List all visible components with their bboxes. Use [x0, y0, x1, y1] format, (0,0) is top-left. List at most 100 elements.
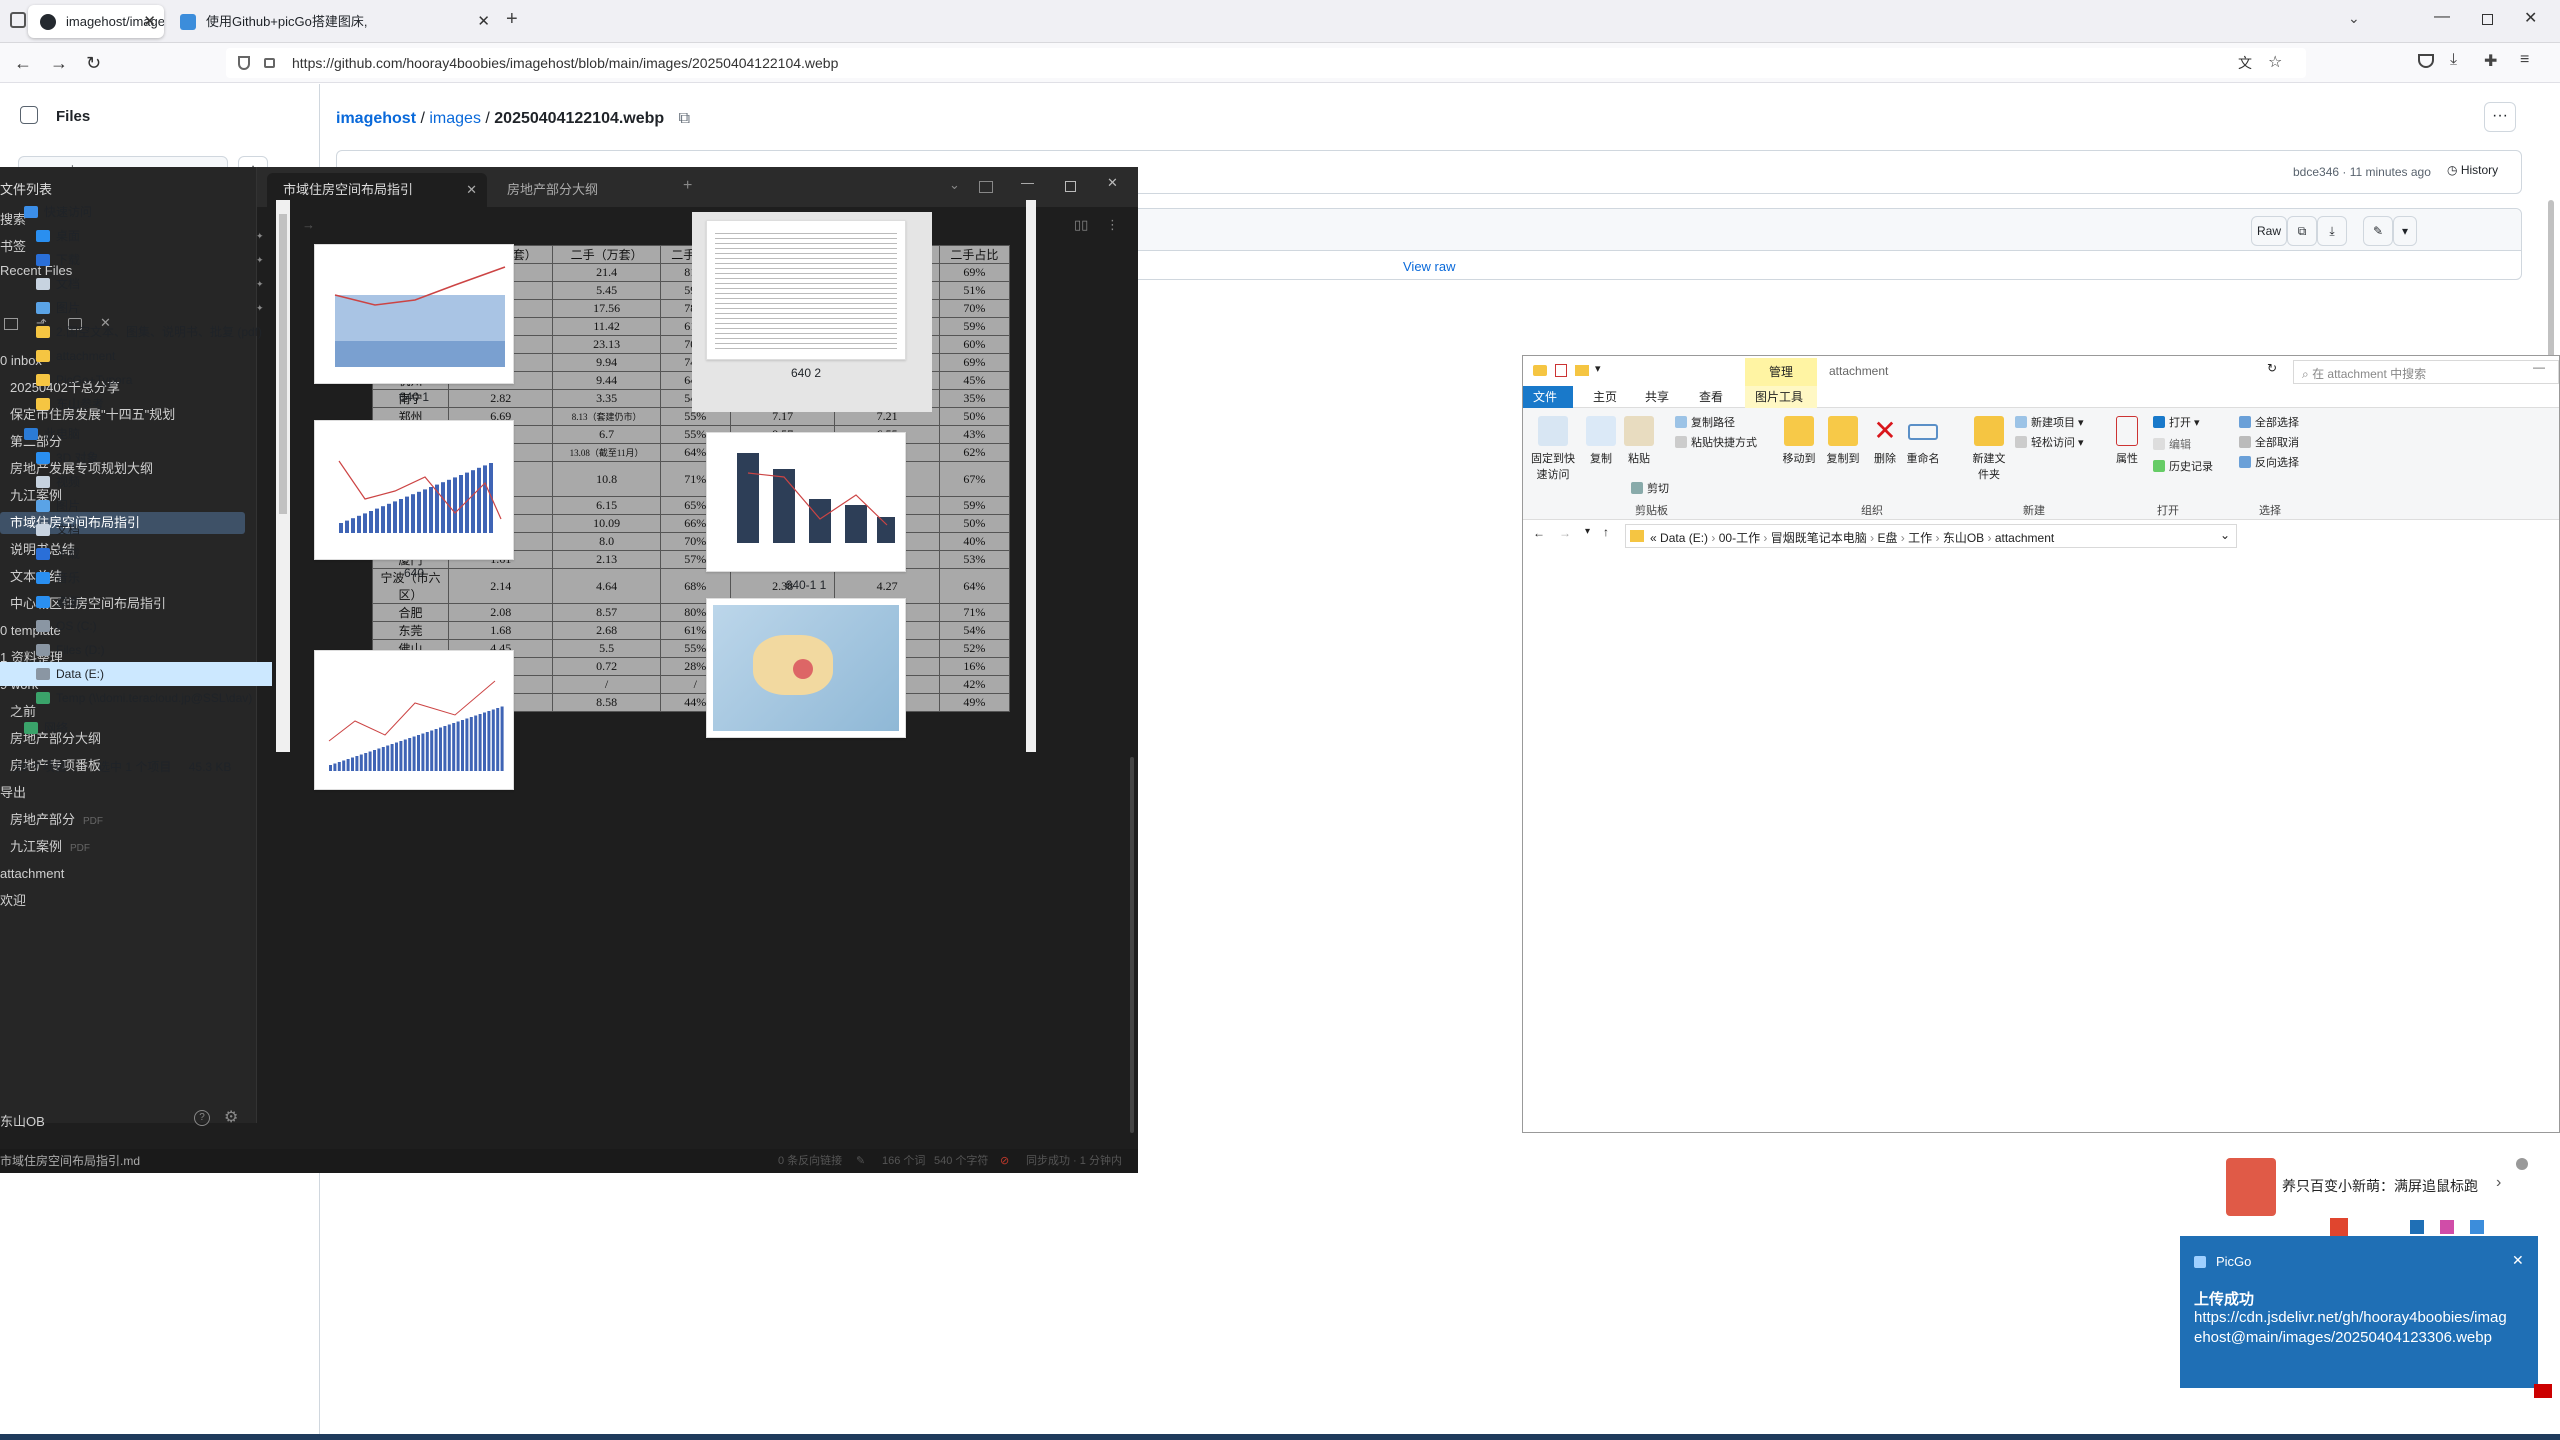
select-none-button[interactable]: 全部取消: [2239, 434, 2299, 450]
new-item-button[interactable]: 新建项目 ▾: [2015, 414, 2084, 430]
history-button[interactable]: 历史记录: [2153, 458, 2213, 474]
tray-app-icon[interactable]: [2440, 1220, 2454, 1234]
address-separator-icon[interactable]: ›: [1867, 531, 1878, 545]
tree-scroll-thumb[interactable]: [279, 214, 287, 514]
new-folder-qa-icon[interactable]: [1575, 365, 1589, 376]
file-tree-item[interactable]: 欢迎: [0, 890, 245, 912]
new-tab-button[interactable]: +: [506, 8, 518, 31]
close-tab-icon[interactable]: ✕: [466, 173, 477, 207]
address-segment[interactable]: 工作: [1908, 531, 1932, 545]
menu-icon[interactable]: ≡: [2520, 51, 2529, 69]
file-thumbnail[interactable]: [706, 220, 906, 360]
raw-button[interactable]: Raw: [2251, 216, 2287, 246]
minimize-window-icon[interactable]: —: [2434, 8, 2450, 26]
url-bar[interactable]: https://github.com/hooray4boobies/imageh…: [226, 48, 2306, 78]
address-segment[interactable]: attachment: [1995, 531, 2054, 545]
pocket-icon[interactable]: [2418, 54, 2434, 68]
edit-mode-icon[interactable]: ✎: [856, 1149, 865, 1173]
view-raw-link[interactable]: View raw: [1403, 259, 1456, 274]
pin-icon[interactable]: ✦: [256, 248, 264, 272]
more-options-icon[interactable]: ⋮: [1106, 217, 1119, 233]
tray-app-icon[interactable]: [2470, 1220, 2484, 1234]
news-next-icon[interactable]: ›: [2496, 1174, 2501, 1192]
tab-share[interactable]: 共享: [1635, 386, 1679, 408]
qa-dropdown-icon[interactable]: ▾: [1595, 362, 1601, 375]
page-scrollbar[interactable]: [2548, 200, 2554, 360]
copy-path-button[interactable]: 复制路径: [1675, 414, 1735, 430]
extensions-icon[interactable]: ✚: [2484, 51, 2497, 71]
translate-icon[interactable]: 文: [2238, 48, 2252, 78]
new-folder-button[interactable]: 新建文件夹: [1969, 416, 2009, 482]
nav-tree-item[interactable]: 下载 ✦: [0, 248, 272, 272]
edit-dropdown-icon[interactable]: ▾: [2393, 216, 2417, 246]
delete-button[interactable]: ✕ 删除: [1869, 416, 1901, 466]
refresh-icon[interactable]: ↻: [2267, 361, 2277, 375]
tray-alert-icon[interactable]: [2534, 1384, 2552, 1398]
paste-button[interactable]: 粘贴: [1623, 416, 1655, 466]
pin-quick-access-button[interactable]: 固定到快速访问: [1529, 416, 1577, 482]
cut-button[interactable]: 剪切: [1631, 480, 1669, 496]
browser-tab-github[interactable]: imagehost/images/20250404 ✕: [28, 5, 164, 38]
bookmark-star-icon[interactable]: ☆: [2268, 48, 2282, 78]
nav-tree-item[interactable]: 视频: [0, 470, 272, 494]
nav-tree-item[interactable]: 桌面: [0, 590, 272, 614]
close-tab-icon[interactable]: ✕: [143, 5, 156, 38]
tab-view[interactable]: 查看: [1689, 386, 1733, 408]
pin-icon[interactable]: ✦: [256, 272, 264, 296]
tab-home[interactable]: 主页: [1583, 386, 1627, 408]
file-view-scrollbar[interactable]: [1026, 200, 1036, 752]
back-arrow-icon[interactable]: ←: [14, 51, 32, 75]
file-tree-item[interactable]: 房地产部分 PDF: [0, 809, 245, 831]
address-separator-icon[interactable]: ›: [1984, 531, 1995, 545]
paste-shortcut-button[interactable]: 粘贴快捷方式: [1675, 434, 1757, 450]
nav-tree-item[interactable]: Data (E:): [0, 662, 272, 686]
close-icon[interactable]: ✕: [1107, 175, 1118, 191]
address-separator-icon[interactable]: ›: [1708, 531, 1719, 545]
list-all-tabs-icon[interactable]: ⌄: [2348, 10, 2360, 27]
easy-access-button[interactable]: 轻松访问 ▾: [2015, 434, 2084, 450]
downloads-icon[interactable]: ⤓: [2450, 51, 2457, 69]
copy-to-button[interactable]: 复制到: [1823, 416, 1863, 466]
select-all-button[interactable]: 全部选择: [2239, 414, 2299, 430]
download-icon[interactable]: ⤓: [2317, 216, 2347, 246]
news-close-icon[interactable]: [2516, 1158, 2528, 1170]
history-button[interactable]: ◷ History: [2447, 163, 2498, 177]
nav-tree-item[interactable]: 文档 ✦: [0, 272, 272, 296]
nav-tree-item[interactable]: 下载: [0, 542, 272, 566]
maximize-icon[interactable]: [1065, 181, 1076, 192]
recent-dropdown-icon[interactable]: ▾: [1585, 526, 1590, 537]
nav-tree-item[interactable]: 网络: [0, 716, 272, 740]
nav-tree-item[interactable]: 音乐: [0, 566, 272, 590]
help-icon[interactable]: ?: [194, 1110, 210, 1126]
browser-tab-blog[interactable]: 使用Github+picGo搭建图床, ✕: [168, 5, 498, 38]
nav-tree-item[interactable]: 文档: [0, 518, 272, 542]
tab-picture-tools[interactable]: 图片工具: [1745, 386, 1817, 408]
file-thumbnail[interactable]: [706, 598, 906, 738]
nav-tree-item[interactable]: Temp (\\domi.teracloud.jp@SSL\dav): [0, 686, 272, 710]
rename-button[interactable]: 重命名: [1903, 416, 1943, 466]
address-bar[interactable]: « Data (E:) › 00-工作 › 冒烟既笔记本电脑 › E盘 › 工作…: [1625, 524, 2237, 548]
tab-realestate-outline[interactable]: 房地产部分大纲: [491, 173, 691, 207]
sidebar-collapse-icon[interactable]: [20, 106, 38, 124]
properties-button[interactable]: 属性: [2109, 416, 2145, 466]
sync-status[interactable]: 同步成功 · 1 分钟内: [1026, 1149, 1122, 1173]
forward-arrow-icon[interactable]: →: [50, 51, 68, 75]
address-segment[interactable]: 东山OB: [1943, 531, 1984, 545]
tab-list-dropdown-icon[interactable]: ⌄: [949, 177, 960, 193]
more-options-button[interactable]: ···: [2484, 102, 2516, 132]
nav-tree-item[interactable]: OS (C:): [0, 614, 272, 638]
sidebar-toggle-icon[interactable]: [979, 181, 993, 193]
new-tab-icon[interactable]: +: [683, 177, 692, 195]
move-to-button[interactable]: 移动到: [1779, 416, 1819, 466]
pin-icon[interactable]: ✦: [256, 296, 264, 320]
address-segment[interactable]: 冒烟既笔记本电脑: [1771, 531, 1867, 545]
up-icon[interactable]: ↑: [1603, 525, 1609, 539]
vault-name[interactable]: 东山OB: [0, 1111, 45, 1130]
news-widget[interactable]: 养只百变小新萌：满屏追鼠标跑 ›: [2226, 1158, 2528, 1218]
tree-scrollbar[interactable]: [276, 200, 290, 752]
notification-close-icon[interactable]: ✕: [2512, 1252, 2524, 1269]
address-separator-icon[interactable]: ›: [1897, 531, 1908, 545]
copy-path-icon[interactable]: ⧉: [679, 110, 690, 127]
breadcrumb-repo-link[interactable]: imagehost: [336, 110, 416, 127]
file-tree-item[interactable]: attachment: [0, 863, 245, 885]
